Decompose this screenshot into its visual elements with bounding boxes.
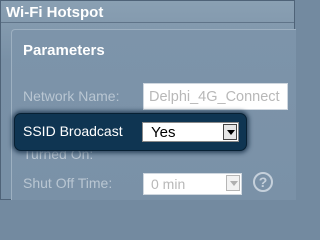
help-icon[interactable]: ? — [253, 172, 273, 192]
network-name-value: Delphi_4G_Connect — [149, 89, 280, 105]
shut-off-time-value: 0 min — [151, 176, 186, 192]
ssid-broadcast-label: SSID Broadcast — [23, 123, 123, 139]
shut-off-time-select[interactable]: 0 min — [143, 173, 242, 195]
network-name-input[interactable]: Delphi_4G_Connect — [143, 83, 288, 110]
network-name-label: Network Name: — [23, 88, 120, 104]
parameters-heading: Parameters — [23, 42, 105, 59]
ssid-broadcast-value: Yes — [151, 124, 176, 141]
title-divider — [1, 22, 294, 23]
chevron-down-icon[interactable] — [226, 175, 240, 191]
shut-off-time-label: Shut Off Time: — [23, 175, 113, 191]
chevron-down-icon[interactable] — [223, 124, 237, 140]
ssid-broadcast-select[interactable]: Yes — [142, 122, 239, 142]
ssid-broadcast-row: SSID Broadcast Yes — [14, 113, 247, 151]
window-title: Wi-Fi Hotspot — [6, 4, 104, 21]
